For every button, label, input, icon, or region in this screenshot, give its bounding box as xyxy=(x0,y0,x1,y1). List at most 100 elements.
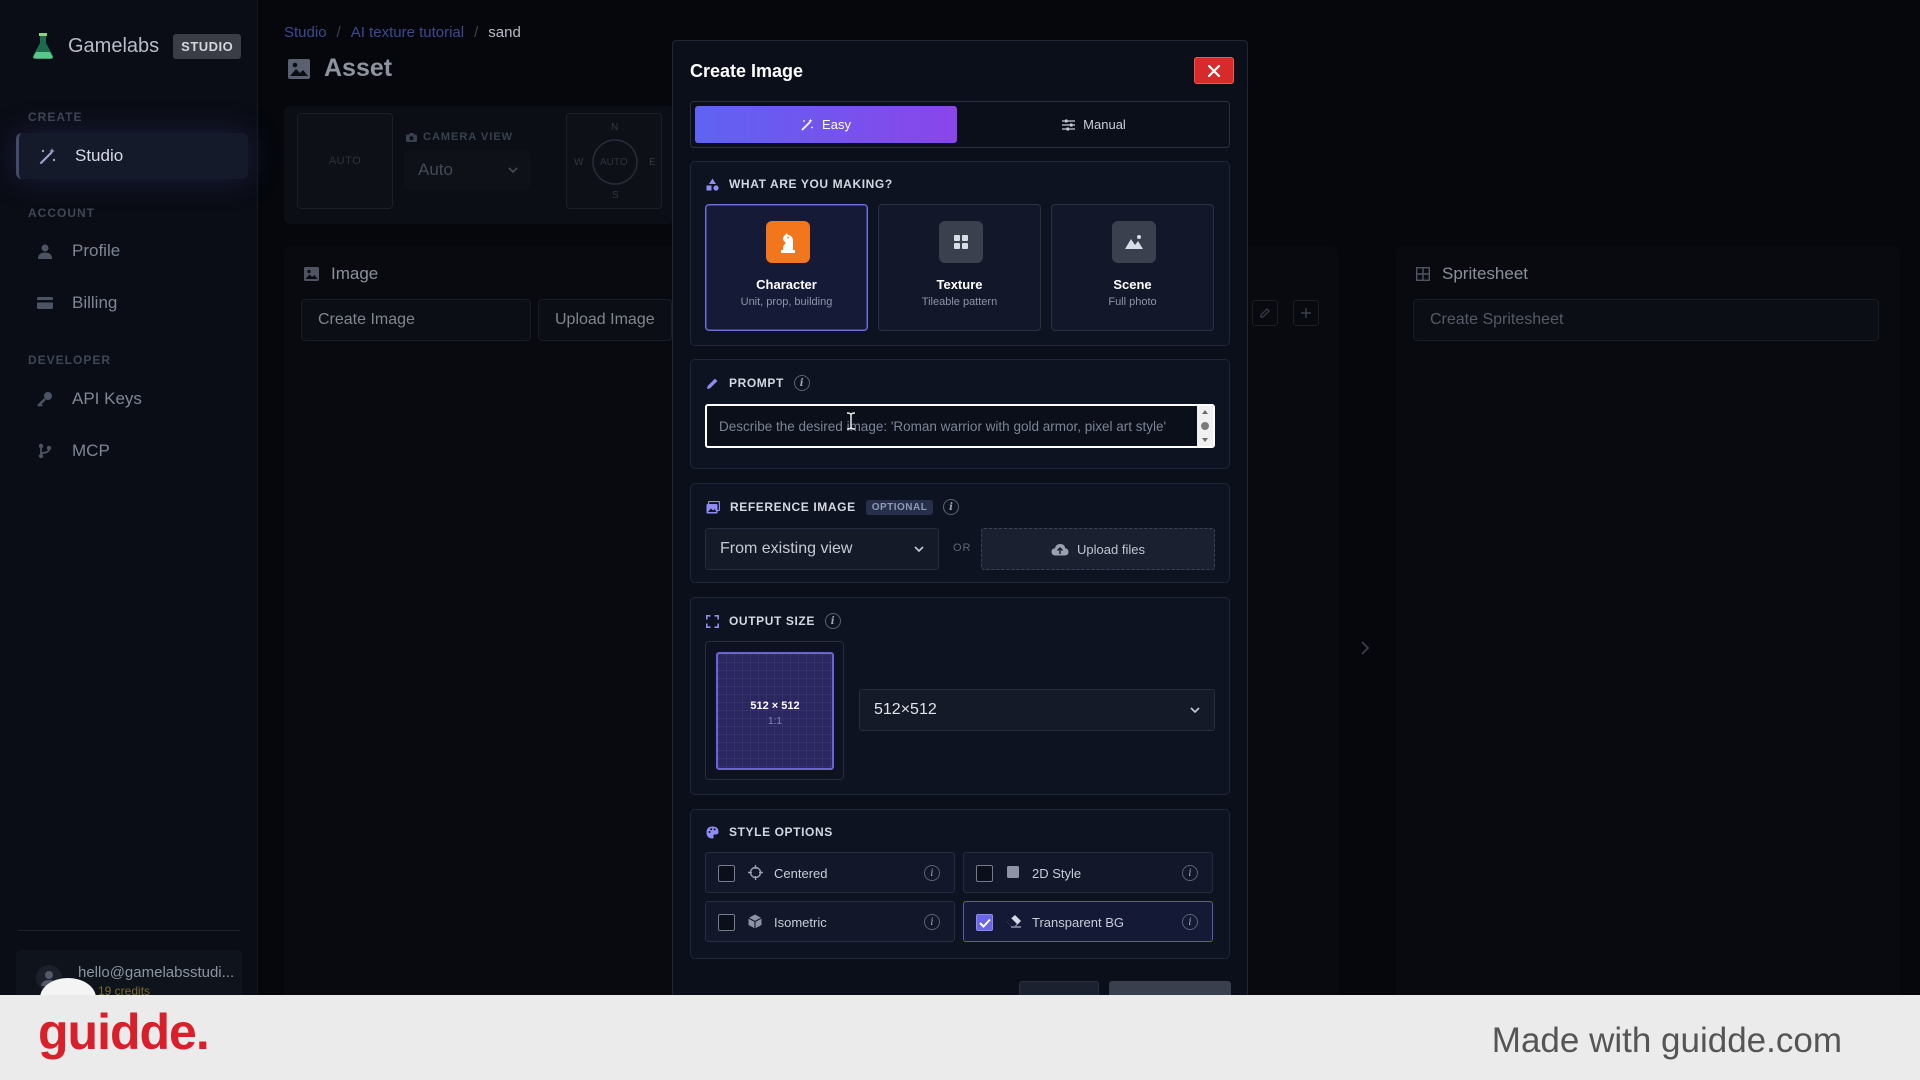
chevron-right-icon[interactable] xyxy=(1360,640,1370,656)
style-option-isometric[interactable]: Isometric i xyxy=(705,901,955,942)
info-icon[interactable]: i xyxy=(1182,914,1198,930)
upload-files-button[interactable]: Upload files xyxy=(981,528,1215,570)
create-spritesheet-button[interactable]: Create Spritesheet xyxy=(1413,299,1879,341)
sidebar-item-studio[interactable]: Studio xyxy=(16,133,248,179)
mountain-icon xyxy=(1112,221,1156,263)
section-create: CREATE xyxy=(28,110,83,124)
sidebar-item-label: MCP xyxy=(72,441,110,460)
compass-e: E xyxy=(649,157,656,168)
info-icon[interactable]: i xyxy=(793,375,810,391)
type-label: Texture xyxy=(936,277,983,292)
images-icon xyxy=(706,500,720,514)
checkbox[interactable] xyxy=(718,914,735,931)
eraser-icon xyxy=(1006,914,1022,928)
optional-badge: OPTIONAL xyxy=(865,499,934,515)
chevron-down-icon xyxy=(1190,707,1200,713)
mode-manual-button[interactable]: Manual xyxy=(961,106,1227,143)
output-size-heading: OUTPUT SIZE i xyxy=(706,613,841,629)
compass-n: N xyxy=(611,122,619,133)
reference-card: REFERENCE IMAGE OPTIONAL i From existing… xyxy=(690,483,1230,583)
info-icon[interactable]: i xyxy=(1182,865,1198,881)
checkbox[interactable] xyxy=(718,865,735,882)
breadcrumb-current: sand xyxy=(488,24,521,41)
sidebar-item-label: Studio xyxy=(75,146,124,165)
info-icon[interactable]: i xyxy=(924,914,940,930)
output-size-card: OUTPUT SIZE i 512 × 512 1:1 512×512 xyxy=(690,597,1230,795)
mode-easy-button[interactable]: Easy xyxy=(695,106,957,143)
user-icon xyxy=(34,240,56,262)
checkbox[interactable] xyxy=(976,865,993,882)
cloud-upload-icon xyxy=(1051,543,1069,556)
style-option-centered[interactable]: Centered i xyxy=(705,852,955,893)
square-icon xyxy=(1006,865,1020,879)
compass-widget[interactable]: N S E W AUTO xyxy=(566,113,662,209)
edit-button[interactable] xyxy=(1252,300,1278,326)
camera-icon xyxy=(406,132,417,142)
style-option-label: Centered xyxy=(774,866,828,881)
image-icon xyxy=(304,267,319,281)
text-cursor-icon xyxy=(846,412,856,430)
branch-icon xyxy=(34,440,56,462)
image-panel-title: Image xyxy=(304,264,378,284)
chevron-down-icon xyxy=(914,546,924,552)
studio-badge: STUDIO xyxy=(173,33,242,59)
reference-source-value: From existing view xyxy=(720,540,853,557)
breadcrumb: Studio / AI texture tutorial / sand xyxy=(284,24,521,41)
guidde-credit: Made with guidde.com xyxy=(1491,1021,1842,1060)
wand-icon xyxy=(37,145,59,167)
add-button[interactable] xyxy=(1293,300,1319,326)
sidebar-divider xyxy=(18,930,240,931)
sidebar-item-billing[interactable]: Billing xyxy=(16,280,248,326)
sidebar-item-api-keys[interactable]: API Keys xyxy=(16,376,248,422)
prompt-input[interactable] xyxy=(707,406,1195,446)
auto-preview[interactable]: AUTO xyxy=(297,113,393,209)
chess-knight-icon xyxy=(766,221,810,263)
tab-create-image[interactable]: Create Image xyxy=(301,299,531,341)
guidde-logo: guidde. xyxy=(38,1004,210,1060)
info-icon[interactable]: i xyxy=(943,499,960,515)
prompt-heading: PROMPT i xyxy=(706,375,810,391)
prompt-field xyxy=(705,404,1215,448)
info-icon[interactable]: i xyxy=(824,613,841,629)
tab-upload-image[interactable]: Upload Image xyxy=(538,299,672,341)
reference-source-select[interactable]: From existing view xyxy=(705,528,939,570)
sidebar-item-mcp[interactable]: MCP xyxy=(16,428,248,474)
checkbox-checked[interactable] xyxy=(976,914,993,931)
or-label: OR xyxy=(953,542,972,554)
camera-view-label: CAMERA VIEW xyxy=(406,131,513,143)
close-button[interactable] xyxy=(1194,57,1234,84)
type-option-scene[interactable]: Scene Full photo xyxy=(1051,204,1214,331)
prompt-scrollbar[interactable] xyxy=(1197,406,1213,446)
output-size-value: 512×512 xyxy=(874,701,937,718)
sidebar-item-label: Profile xyxy=(72,241,121,260)
brand[interactable]: Gamelabs STUDIO xyxy=(30,32,242,60)
cube-icon xyxy=(748,914,762,929)
type-option-character[interactable]: Character Unit, prop, building xyxy=(705,204,868,331)
type-label: Scene xyxy=(1113,277,1152,292)
breadcrumb-studio[interactable]: Studio xyxy=(284,24,327,41)
shapes-icon xyxy=(706,178,719,191)
type-sublabel: Unit, prop, building xyxy=(740,296,833,308)
style-option-2d-style[interactable]: 2D Style i xyxy=(963,852,1213,893)
info-icon[interactable]: i xyxy=(924,865,940,881)
close-icon xyxy=(1207,64,1221,78)
type-option-texture[interactable]: Texture Tileable pattern xyxy=(878,204,1041,331)
plus-icon xyxy=(1300,307,1312,319)
sidebar-item-label: API Keys xyxy=(72,389,142,408)
page-title-text: Asset xyxy=(324,54,393,82)
type-label: Character xyxy=(756,277,817,292)
spritesheet-panel-title: Spritesheet xyxy=(1416,264,1528,284)
prompt-card: PROMPT i xyxy=(690,359,1230,469)
breadcrumb-tutorial[interactable]: AI texture tutorial xyxy=(351,24,464,41)
key-icon xyxy=(34,388,56,410)
guidde-watermark-bar: guidde. Made with guidde.com xyxy=(0,995,1920,1080)
style-options-heading: STYLE OPTIONS xyxy=(706,825,833,839)
style-option-label: Transparent BG xyxy=(1032,915,1125,930)
style-option-transparent-bg[interactable]: Transparent BG i xyxy=(963,901,1213,942)
sidebar-item-profile[interactable]: Profile xyxy=(16,228,248,274)
size-preview: 512 × 512 1:1 xyxy=(716,652,834,770)
camera-view-select[interactable]: Auto xyxy=(404,150,530,190)
chevron-down-icon xyxy=(508,167,518,173)
breadcrumb-separator: / xyxy=(474,24,479,41)
output-size-select[interactable]: 512×512 xyxy=(859,689,1215,731)
